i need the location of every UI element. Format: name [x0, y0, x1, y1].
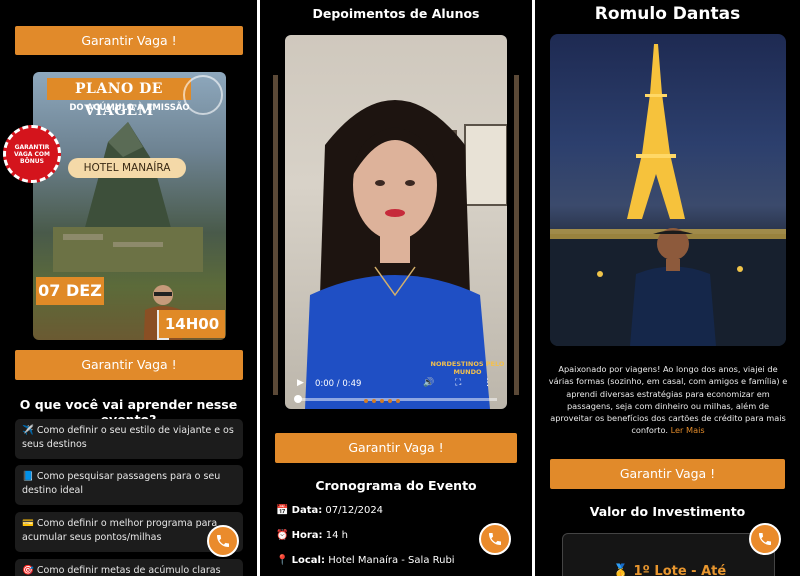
target-icon: 🎯 — [22, 565, 34, 576]
whatsapp-fab-button[interactable] — [749, 523, 781, 555]
credit-card-icon: 💳 — [22, 518, 34, 529]
volume-icon[interactable]: 🔊 — [423, 378, 434, 388]
testimonial-video-player[interactable]: NORDESTINOS PELO MUNDO ▶ 0:00 / 0:49 🔊 ⛶… — [285, 35, 507, 409]
schedule-label: Data: — [291, 505, 323, 516]
schedule-location: 📍 Local: Hotel Manaíra - Sala Rubi — [276, 555, 455, 566]
whatsapp-fab-button[interactable] — [207, 525, 239, 557]
schedule-date: 📅 Data: 07/12/2024 — [276, 505, 383, 516]
schedule-value: Hotel Manaíra - Sala Rubi — [328, 555, 455, 566]
more-options-icon[interactable]: ⋮ — [483, 378, 492, 388]
carousel-dot[interactable] — [388, 399, 392, 403]
whatsapp-fab-button[interactable] — [479, 523, 511, 555]
schedule-label: Local: — [291, 555, 325, 566]
book-icon: 📘 — [22, 471, 34, 482]
schedule-value: 07/12/2024 — [325, 505, 384, 516]
garantir-vaga-button[interactable]: Garantir Vaga ! — [550, 459, 785, 489]
airplane-icon: ✈️ — [22, 425, 34, 436]
price-lot-label: 🥇 1º Lote - Até — [612, 564, 727, 576]
read-more-link[interactable]: Ler Mais — [671, 425, 705, 435]
garantir-vaga-button[interactable]: Garantir Vaga ! — [275, 433, 517, 463]
travel-stamp-icon — [183, 75, 223, 115]
list-item: 🎯 Como definir metas de acúmulo claras p… — [15, 559, 243, 576]
alarm-clock-icon: ⏰ — [276, 530, 289, 541]
speaker-eiffel-photo — [550, 34, 786, 346]
fullscreen-icon[interactable]: ⛶ — [455, 378, 461, 388]
video-watermark: NORDESTINOS PELO MUNDO — [430, 360, 505, 376]
testimonial-person-image — [305, 100, 507, 409]
speaker-bio: Apaixonado por viagens! Ao longo dos ano… — [547, 363, 789, 437]
bonus-seal-badge[interactable]: GARANTIR VAGA COM BÔNUS — [3, 125, 61, 183]
list-item-text: Como definir o seu estilo de viajante e … — [22, 425, 234, 450]
schedule-heading: Cronograma do Evento — [315, 478, 477, 493]
poster-title: PLANO DE VIAGEM — [47, 78, 191, 119]
list-item: ✈️ Como definir o seu estilo de viajante… — [15, 419, 243, 459]
calendar-icon: 📅 — [276, 505, 289, 516]
carousel-dots — [364, 399, 400, 403]
video-progress-knob[interactable] — [294, 395, 302, 403]
schedule-label: Hora: — [291, 530, 323, 541]
video-controls: ▶ 0:00 / 0:49 🔊 ⛶ ⋮ — [285, 375, 507, 409]
phone-icon — [489, 533, 501, 545]
schedule-time: ⏰ Hora: 14 h — [276, 530, 348, 541]
carousel-dot[interactable] — [364, 399, 368, 403]
machu-picchu-illustration — [53, 122, 203, 272]
landing-panel-right: Romulo Dantas Apaixonado por viagens! Ao… — [535, 0, 800, 576]
carousel-next-slide[interactable] — [514, 75, 519, 395]
event-poster: PLANO DE VIAGEM DO ACÚMULO À EMISSÃO HOT… — [33, 72, 226, 340]
poster-date: 07 DEZ — [36, 277, 104, 305]
price-card: 🥇 1º Lote - Até — [562, 533, 775, 576]
carousel-dot[interactable] — [396, 399, 400, 403]
seal-text: GARANTIR VAGA COM BÔNUS — [13, 143, 50, 165]
garantir-vaga-button-mid[interactable]: Garantir Vaga ! — [15, 350, 243, 380]
play-icon[interactable]: ▶ — [297, 378, 304, 388]
bio-text: Apaixonado por viagens! Ao longo dos ano… — [548, 364, 788, 436]
schedule-value: 14 h — [325, 530, 348, 541]
video-time: 0:00 / 0:49 — [315, 379, 362, 389]
carousel-dot[interactable] — [380, 399, 384, 403]
eiffel-tower-image — [550, 44, 786, 346]
list-item-text: Como definir o melhor programa para acum… — [22, 518, 218, 543]
testimonials-heading: Depoimentos de Alunos — [312, 6, 480, 21]
list-item-text: Como definir metas de acúmulo claras par… — [36, 565, 221, 576]
phone-icon — [759, 533, 771, 545]
price-heading: Valor do Investimento — [589, 504, 746, 519]
garantir-vaga-button-top[interactable]: Garantir Vaga ! — [15, 26, 243, 55]
poster-hotel: HOTEL MANAÍRA — [68, 158, 186, 178]
phone-icon — [217, 535, 229, 547]
landing-panel-left: Garantir Vaga ! PLANO DE VIAGEM DO ACÚMU… — [0, 0, 257, 576]
list-item: 📘 Como pesquisar passagens para o seu de… — [15, 465, 243, 505]
pin-icon: 📍 — [276, 555, 289, 566]
carousel-prev-slide[interactable] — [273, 75, 278, 395]
speaker-name: Romulo Dantas — [594, 4, 741, 24]
landing-panel-middle: Depoimentos de Alunos ‹ › NORDESTINOS PE… — [260, 0, 532, 576]
carousel-dot[interactable] — [372, 399, 376, 403]
list-item-text: Como pesquisar passagens para o seu dest… — [22, 471, 221, 496]
poster-time: 14H00 — [159, 310, 225, 338]
